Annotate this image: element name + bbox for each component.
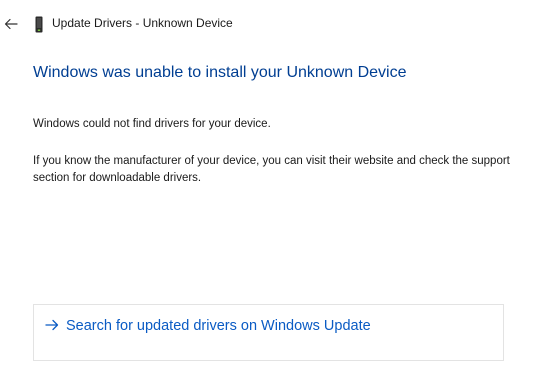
back-button[interactable] — [0, 13, 22, 35]
not-found-message: Windows could not find drivers for your … — [33, 118, 271, 130]
search-windows-update-button[interactable]: Search for updated drivers on Windows Up… — [33, 304, 504, 361]
search-windows-update-label: Search for updated drivers on Windows Up… — [66, 318, 371, 334]
title-bar: Update Drivers - Unknown Device — [0, 12, 558, 36]
page-heading: Windows was unable to install your Unkno… — [33, 64, 407, 81]
window-title: Update Drivers - Unknown Device — [52, 16, 233, 30]
update-drivers-window: Update Drivers - Unknown Device Windows … — [0, 0, 558, 385]
arrow-right-icon — [45, 319, 59, 331]
manufacturer-advice-message: If you know the manufacturer of your dev… — [33, 155, 510, 184]
back-arrow-icon — [4, 18, 18, 30]
device-icon — [33, 15, 45, 33]
